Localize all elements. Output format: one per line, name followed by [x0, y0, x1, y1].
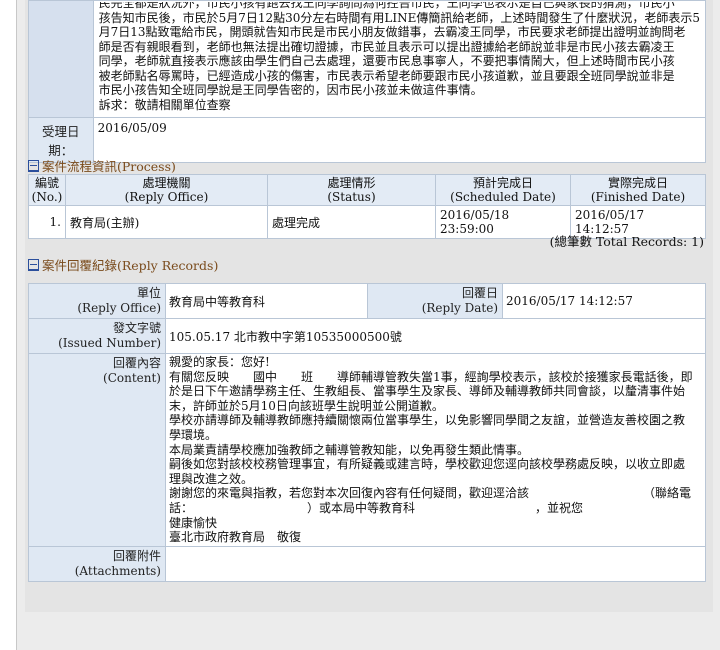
reply-content-line: 健康愉快 [169, 515, 218, 530]
reply-content-line: 謝謝您的來電與指教，若您對本次回復內容有任何疑問，歡迎逕洽該 （聯絡電 [169, 486, 692, 501]
reply-attach-row: 回覆附件 (Attachments) [28, 545, 706, 582]
reply-unit-row: 單位 (Reply Office) 教育局中等教育科 回覆日 (Reply Date… [28, 283, 706, 319]
row-office: 教育局(主辦) [65, 205, 268, 239]
reply-content-line: 嗣後如您對該校校務管理事宜，有所疑義或建言時，學校歡迎您逕向該校學務處反映，以收… [169, 457, 686, 472]
reply-date-value: 2016/05/17 14:12:57 [502, 283, 706, 319]
reply-date-label: 回覆日 (Reply Date) [367, 283, 503, 319]
complaint-line: 市民小孩告知全班同學說是王同學告密的，因市民小孩並未做這件事情。 [98, 83, 483, 97]
reply-content-line: 學校亦請導師及輔導教師應持續關懷兩位當事學生，以免影響同學間之友誼，並營造友善校… [169, 413, 686, 428]
row-status: 處理完成 [267, 205, 436, 239]
col-status: 處理情形 (Status) [267, 174, 436, 206]
reply-issued-row: 發文字號 (Issued Number) 105.05.17 北市教中字第1053… [28, 318, 706, 354]
col-scheduled: 預計完成日 (Scheduled Date) [435, 174, 571, 206]
collapse-icon[interactable] [28, 259, 39, 271]
complaint-line: 同學，老師就直接表示應該由學生們自己去處理，還要市民息事寧人，不要把事情鬧大，但… [98, 54, 675, 68]
col-no: 編號 (No.) [28, 174, 66, 206]
process-table: 編號 (No.) 處理機關 (Reply Office) 處理情形 (Status) … [28, 174, 706, 239]
attachments-label: 回覆附件 (Attachments) [28, 545, 166, 582]
acceptance-date-value: 2016/05/09 [92, 117, 707, 163]
reply-content-line: 臺北市政府教育局 敬復 [169, 530, 302, 545]
complaint-line: 孩告知市民後，市民於5月7日12點30分左右時間有用LINE傳簡訊給老師，上述時… [98, 10, 700, 25]
complaint-line: 月7日13點致電給市民，開頭就告知市民是市民小朋友做錯事，去霸凌王同學，市民要求… [98, 25, 686, 39]
reply-content-line: 於是日下午邀請學務主任、生教組長、當事學生及家長、導師及輔導教師共同會談，以釐清… [169, 384, 686, 399]
reply-table: 單位 (Reply Office) 教育局中等教育科 回覆日 (Reply Date… [28, 283, 706, 582]
reply-content-label: 回覆內容 (Content) [28, 353, 166, 547]
attachments-value [165, 545, 706, 582]
complaint-text: 民完全都是狀況外，市民小孩有跑去找王同學詢問為何控告市民，王同學也表示是自己與家… [95, 2, 704, 116]
reply-office-label: 單位 (Reply Office) [28, 283, 166, 319]
reply-content-line: 親愛的家長：您好! [169, 355, 270, 369]
process-title-text: 案件流程資訊(Process) [42, 159, 176, 174]
row-no: 1. [28, 205, 66, 239]
reply-title-text: 案件回覆紀錄(Reply Records) [42, 258, 219, 273]
reply-content-line: 理與改進之效。 [169, 471, 254, 486]
reply-content-value: 親愛的家長：您好! 有關您反映 國中 班 導師輔導管教失當1事，經詢學校表示，該校… [165, 353, 706, 547]
complaint-line: 被老師點名辱罵時，已經造成小孩的傷害，市民表示希望老師要跟市民小孩道歉，並且要跟… [98, 68, 675, 83]
col-finished: 實際完成日 (Finished Date) [570, 174, 706, 206]
reply-office-value: 教育局中等教育科 [165, 283, 368, 319]
reply-content-text: 親愛的家長：您好! 有關您反映 國中 班 導師輔導管教失當1事，經詢學校表示，該校… [169, 355, 702, 545]
complaint-content-cell: 民完全都是狀況外，市民小孩有跑去找王同學詢問為何控告市民，王同學也表示是自己與家… [92, 0, 707, 118]
reply-content-line: 本局業責請學校應加強教師之輔導管教知能，以免再發生類此情事。 [169, 442, 530, 457]
issued-number-label: 發文字號 (Issued Number) [28, 318, 166, 354]
complaint-table: 民完全都是狀況外，市民小孩有跑去找王同學詢問為何控告市民，王同學也表示是自己與家… [28, 0, 707, 163]
process-header-row: 編號 (No.) 處理機關 (Reply Office) 處理情形 (Status) … [28, 174, 706, 206]
reply-content-line: 有關您反映 國中 班 導師輔導管教失當1事，經詢學校表示，該校於接獲家長電話後，… [169, 369, 693, 384]
reply-section-title[interactable]: 案件回覆紀錄(Reply Records) [28, 255, 218, 274]
reply-content-line: 末，許師並於5月10日向該班學生說明並公開道歉。 [169, 398, 444, 413]
reply-content-line: 話： ）或本局中等教育科 ，並祝您 [169, 500, 584, 515]
reply-content-line: 學環境。 [169, 427, 218, 442]
col-office: 處理機關 (Reply Office) [65, 174, 268, 206]
complaint-line: 師是否有親眼看到，老師也無法提出確切證據，市民並且表示可以提出證據給老師說並非是… [98, 39, 675, 54]
complaint-label-cell [28, 0, 94, 118]
complaint-line: 民完全都是狀況外，市民小孩有跑去找王同學詢問為何控告市民，王同學也表示是自己與家… [98, 2, 675, 10]
issued-number-value: 105.05.17 北市教中字第10535000500號 [165, 318, 706, 354]
reply-content-row: 回覆內容 (Content) 親愛的家長：您好! 有關您反映 國中 班 導師輔導管教… [28, 353, 706, 547]
complaint-line: 訴求：敬請相關單位查察 [98, 97, 231, 112]
total-records: (總筆數 Total Records: 1) [549, 234, 704, 249]
collapse-icon[interactable] [28, 160, 39, 172]
process-section-title[interactable]: 案件流程資訊(Process) [28, 156, 176, 175]
